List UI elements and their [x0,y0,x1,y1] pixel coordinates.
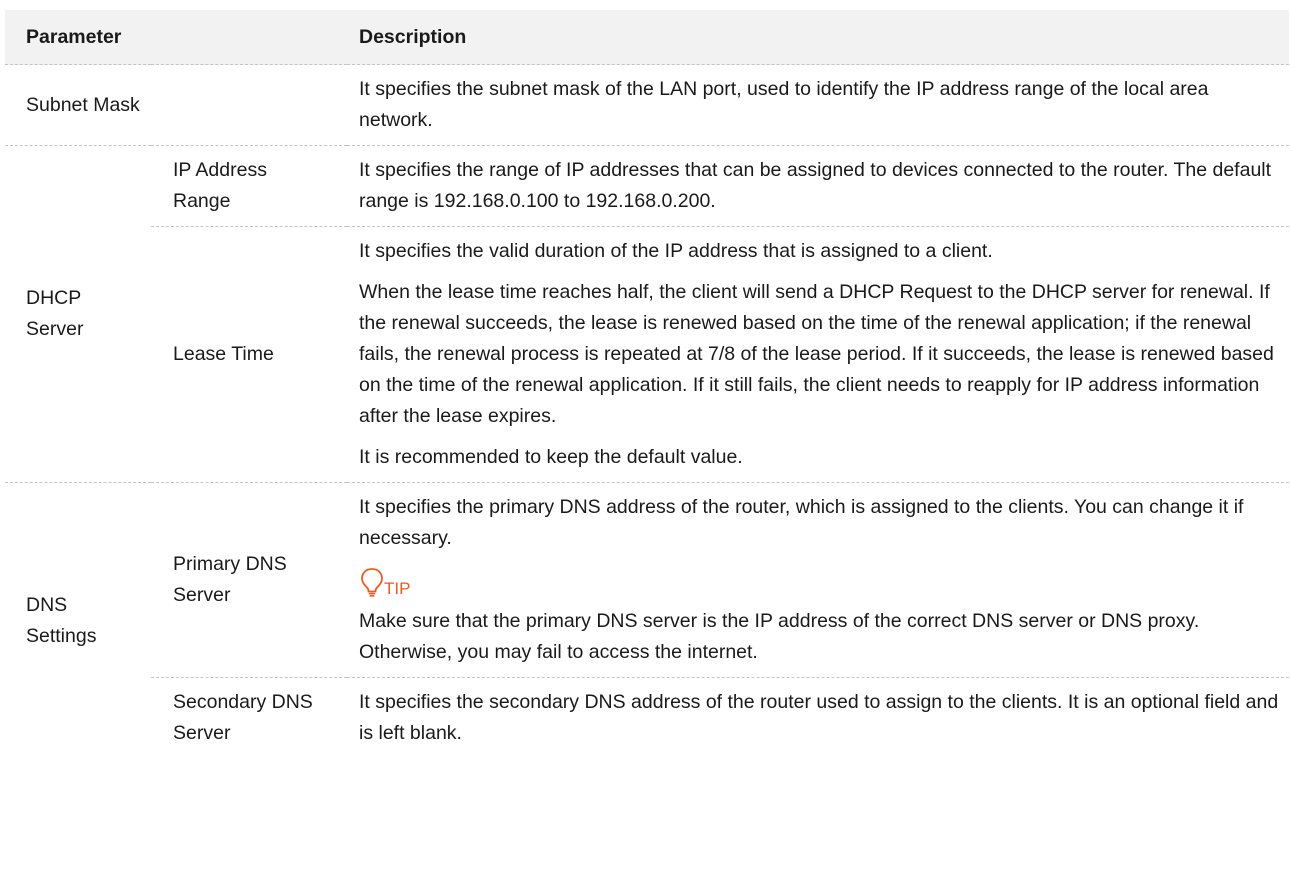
desc-secondary-dns: It specifies the secondary DNS address o… [359,691,1279,744]
table-row-ip-address-range: DHCP Server IP Address Range It specifie… [5,145,1289,483]
table-row-primary-dns: DNS Settings Primary DNS Server It speci… [5,482,1289,678]
table-row-subnet-mask: Subnet Mask It specifies the subnet mask… [5,64,1289,146]
table-row-lease-time: Lease Time It specifies the valid durati… [5,226,1289,483]
param-ip-address-range: IP Address Range [173,159,267,212]
desc-lease-time-p1: It specifies the valid duration of the I… [359,240,993,262]
param-primary-dns: Primary DNS Server [173,553,287,606]
param-lease-time: Lease Time [151,226,347,483]
param-subnet-mask: Subnet Mask [5,64,347,146]
desc-primary-dns: It specifies the primary DNS address of … [359,496,1244,549]
parameter-table: Parameter Description Subnet Mask It spe… [5,10,1289,758]
desc-ip-address-range: It specifies the range of IP addresses t… [359,159,1272,212]
param-secondary-dns: Secondary DNS Server [173,691,313,744]
table-header-row: Parameter Description [5,10,1289,65]
param-dhcp-server: DHCP Server [26,287,84,340]
desc-subnet-mask: It specifies the subnet mask of the LAN … [359,78,1209,131]
header-parameter: Parameter [5,10,347,65]
table-row-secondary-dns: Secondary DNS Server It specifies the se… [5,678,1289,759]
tip-label: TIP [384,579,411,598]
tip-callout: TIP [359,566,1283,598]
desc-lease-time-p2: When the lease time reaches half, the cl… [359,281,1274,427]
param-dns-settings: DNS Settings [26,593,97,647]
tip-text: Make sure that the primary DNS server is… [359,610,1200,663]
desc-lease-time-p3: It is recommended to keep the default va… [359,446,743,468]
lightbulb-icon [359,566,387,598]
header-description: Description [347,10,1289,65]
